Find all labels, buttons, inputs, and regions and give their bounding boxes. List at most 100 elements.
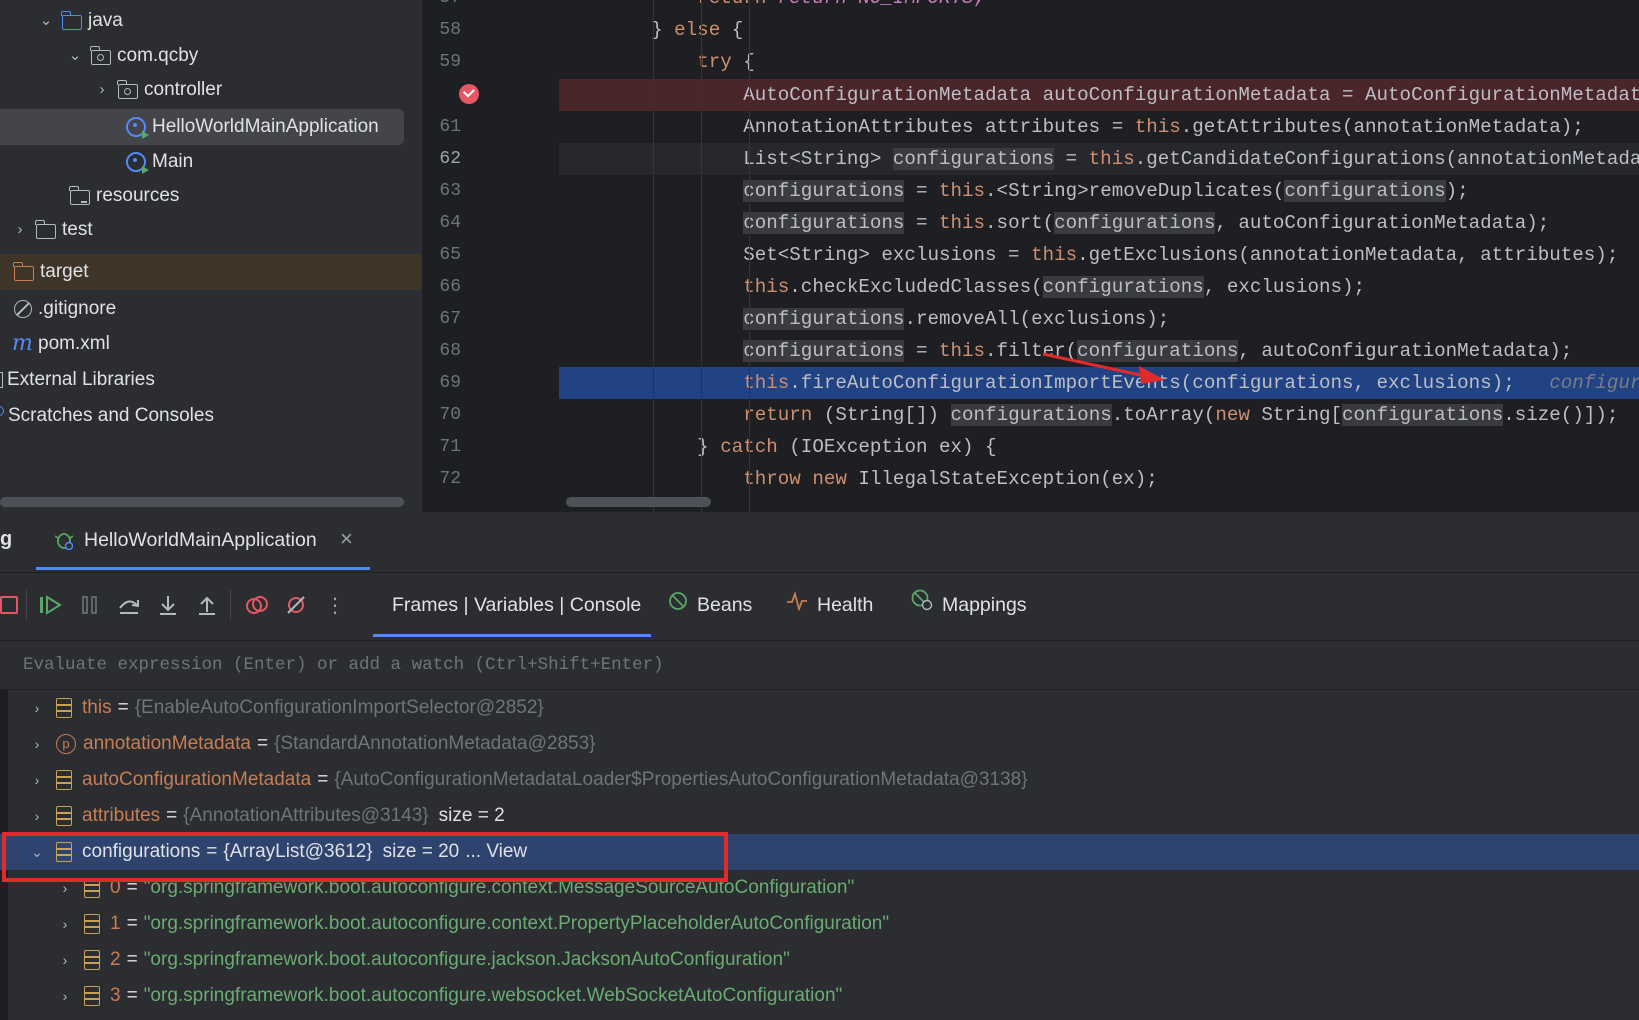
- resources-folder-icon: [69, 185, 90, 205]
- tree-horizontal-scrollbar[interactable]: [0, 497, 404, 507]
- tab-debug-session[interactable]: HelloWorldMainApplication ×: [36, 512, 370, 572]
- pause-icon[interactable]: [77, 592, 103, 618]
- active-subtab-indicator: [373, 634, 651, 637]
- line-number: 68: [439, 341, 461, 361]
- list-item-config-2[interactable]: › 2 = "org.springframework.boot.autoconf…: [0, 942, 1639, 978]
- field-icon: [84, 950, 100, 970]
- line-number: 72: [439, 469, 461, 489]
- list-item-config-0[interactable]: › 0 = "org.springframework.boot.autoconf…: [0, 870, 1639, 906]
- view-link[interactable]: ... View: [465, 834, 527, 870]
- field-icon: [56, 806, 72, 826]
- line-number: 57: [423, 0, 461, 8]
- tree-item-main-application[interactable]: HelloWorldMainApplication: [126, 111, 379, 143]
- debug-panel: g HelloWorldMainApplication × ⋮ Frames |…: [0, 512, 1639, 1020]
- step-into-icon[interactable]: [155, 592, 181, 618]
- tree-item-scratches[interactable]: Scratches and Consoles: [0, 400, 214, 432]
- code-line-57: return return NO_IMPORTS;: [559, 0, 1639, 14]
- code-line-59: try {: [697, 51, 755, 73]
- variables-list: › this = {EnableAutoConfigurationImportS…: [0, 690, 1639, 1020]
- code-line-65: Set<String> exclusions = this.getExclusi…: [559, 244, 1619, 266]
- chevron-right-icon[interactable]: ›: [58, 906, 72, 942]
- line-number: 69: [439, 373, 461, 393]
- variable-row-auto-configuration-metadata[interactable]: › autoConfigurationMetadata = {AutoConfi…: [0, 762, 1639, 798]
- chevron-right-icon[interactable]: ›: [30, 762, 44, 798]
- breakpoint-icon[interactable]: [459, 84, 479, 104]
- code-line-67: configurations.removeAll(exclusions);: [743, 308, 1170, 330]
- list-item-config-3[interactable]: › 3 = "org.springframework.boot.autoconf…: [0, 978, 1639, 1014]
- tree-item-package[interactable]: ⌄ com.qcby: [67, 40, 199, 72]
- tree-item-gitignore[interactable]: .gitignore: [14, 293, 116, 325]
- chevron-down-icon[interactable]: ⌄: [30, 834, 44, 870]
- chevron-right-icon[interactable]: ›: [58, 870, 72, 906]
- chevron-down-icon[interactable]: ⌄: [67, 40, 83, 72]
- annotation-arrow: [1042, 352, 1165, 384]
- list-item-config-1[interactable]: › 1 = "org.springframework.boot.autoconf…: [0, 906, 1639, 942]
- ignored-file-icon: [14, 300, 32, 318]
- variable-row-attributes[interactable]: › attributes = {AnnotationAttributes@314…: [0, 798, 1639, 834]
- chevron-right-icon[interactable]: ›: [30, 726, 44, 762]
- field-icon: [56, 842, 72, 862]
- tab-frames-variables-console[interactable]: Frames | Variables | Console: [392, 572, 641, 638]
- tree-item-controller[interactable]: › controller: [94, 74, 223, 106]
- chevron-right-icon[interactable]: ›: [12, 214, 28, 246]
- folder-icon: [13, 261, 34, 281]
- beans-icon: [668, 572, 688, 638]
- field-icon: [84, 878, 100, 898]
- line-number: 70: [439, 405, 461, 425]
- parameter-icon: p: [56, 734, 76, 754]
- field-icon: [56, 698, 72, 718]
- code-line-63: configurations = this.<String>removeDupl…: [743, 180, 1469, 202]
- variable-row-configurations[interactable]: ⌄ configurations = {ArrayList@3612} size…: [0, 834, 1639, 870]
- field-icon: [56, 770, 72, 790]
- step-out-icon[interactable]: [194, 592, 220, 618]
- tab-mappings[interactable]: Mappings: [911, 572, 1027, 638]
- code-line-61: AnnotationAttributes attributes = this.g…: [559, 116, 1584, 138]
- debug-toolbar: ⋮ Frames | Variables | Console Beans Hea…: [0, 572, 1639, 641]
- close-icon[interactable]: ×: [340, 526, 353, 552]
- evaluate-expression-input[interactable]: [14, 641, 1632, 689]
- folder-icon: [35, 219, 56, 239]
- debug-tool-window-title: g: [0, 528, 13, 550]
- variable-row-annotation-metadata[interactable]: › p annotationMetadata = {StandardAnnota…: [0, 726, 1639, 762]
- code-line-71: } catch (IOException ex) {: [559, 436, 997, 458]
- chevron-right-icon[interactable]: ›: [58, 942, 72, 978]
- chevron-right-icon[interactable]: ›: [94, 74, 110, 106]
- code-line-60: AutoConfigurationMetadata autoConfigurat…: [559, 79, 1639, 111]
- code-line-62: List<String> configurations = this.getCa…: [423, 143, 1639, 175]
- tree-item-external-libraries[interactable]: External Libraries: [0, 364, 155, 396]
- chevron-down-icon[interactable]: ⌄: [38, 5, 54, 37]
- code-line-58: } else {: [559, 19, 744, 41]
- scratch-icon: [0, 406, 4, 416]
- code-line-64: configurations = this.sort(configuration…: [743, 212, 1550, 234]
- line-number: 63: [439, 181, 461, 201]
- tab-beans[interactable]: Beans: [668, 572, 752, 638]
- step-over-icon[interactable]: [116, 592, 142, 618]
- tree-item-pom[interactable]: m pom.xml: [12, 328, 110, 360]
- chevron-right-icon[interactable]: ›: [58, 978, 72, 1014]
- tree-item-main[interactable]: Main: [126, 146, 193, 178]
- tree-item-target[interactable]: target: [13, 256, 89, 288]
- resume-icon[interactable]: [37, 592, 63, 618]
- mute-breakpoints-icon[interactable]: [283, 592, 309, 618]
- evaluate-expression-bar: [0, 641, 1639, 690]
- chevron-right-icon[interactable]: ›: [30, 798, 44, 834]
- code-editor[interactable]: return return NO_IMPORTS; } else { try {…: [423, 0, 1639, 512]
- stop-icon[interactable]: [0, 592, 22, 618]
- tree-item-java[interactable]: ⌄ java: [38, 5, 123, 37]
- library-icon: [0, 372, 3, 388]
- debug-tab-bar: g HelloWorldMainApplication ×: [0, 512, 1639, 573]
- line-number: 67: [439, 309, 461, 329]
- more-options-icon[interactable]: ⋮: [322, 592, 348, 618]
- field-icon: [84, 914, 100, 934]
- tree-item-resources[interactable]: resources: [69, 180, 179, 212]
- chevron-right-icon[interactable]: ›: [30, 690, 44, 726]
- variable-row-this[interactable]: › this = {EnableAutoConfigurationImportS…: [0, 690, 1639, 726]
- view-breakpoints-icon[interactable]: [244, 592, 270, 618]
- code-line-66: this.checkExcludedClasses(configurations…: [743, 276, 1366, 298]
- line-number-gutter[interactable]: 57 58 59 61 62 63 64 65 66 67 68 69 70 71 72: [423, 0, 559, 512]
- field-icon: [84, 986, 100, 1006]
- project-tree: ⌄ java ⌄ com.qcby › controller HelloWorl…: [0, 0, 423, 512]
- tab-health[interactable]: Health: [786, 572, 873, 638]
- editor-horizontal-scrollbar[interactable]: [566, 497, 711, 507]
- tree-item-test[interactable]: › test: [12, 214, 93, 246]
